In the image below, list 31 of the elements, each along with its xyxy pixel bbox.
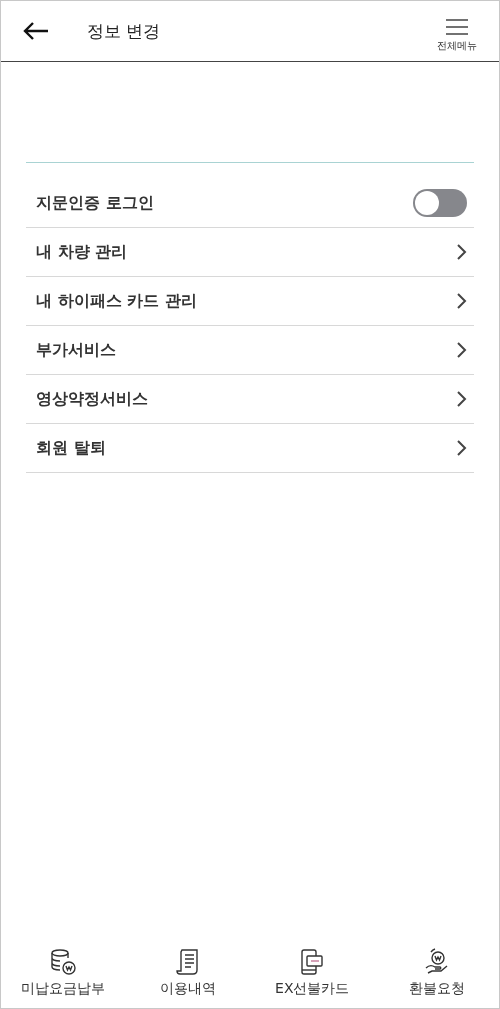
chevron-right-icon [457,342,467,358]
nav-item[interactable]: 미납요금납부 [8,948,119,998]
chevron-right-icon [457,293,467,309]
receipt-icon [175,948,200,976]
settings-row[interactable]: 지문인증 로그인 [26,179,474,228]
settings-label: 회원 탈퇴 [36,437,106,459]
chevron-right-icon [457,244,467,260]
menu-label: 전체메뉴 [437,39,477,53]
settings-label: 내 하이패스 카드 관리 [36,290,197,312]
phone-card-icon [299,948,326,976]
coin-stack-icon [49,948,78,976]
settings-label: 부가서비스 [36,339,116,361]
chevron-right-icon [457,391,467,407]
nav-item[interactable]: 이용내역 [132,948,243,998]
settings-label: 영상약정서비스 [36,388,148,410]
page-title: 정보 변경 [87,19,162,43]
back-button[interactable] [23,22,49,40]
settings-label: 내 차량 관리 [36,241,128,263]
nav-item[interactable]: EX선불카드 [257,948,368,998]
chevron-right-icon [457,440,467,456]
settings-row[interactable]: 내 차량 관리 [26,228,474,277]
settings-row[interactable]: 회원 탈퇴 [26,424,474,473]
menu-icon [446,19,468,35]
settings-row[interactable]: 영상약정서비스 [26,375,474,424]
nav-item[interactable]: 환불요청 [381,948,492,998]
settings-row[interactable]: 부가서비스 [26,326,474,375]
menu-button[interactable]: 전체메뉴 [437,19,477,53]
settings-row[interactable]: 내 하이패스 카드 관리 [26,277,474,326]
back-arrow-icon [23,22,49,40]
fingerprint-toggle[interactable] [413,189,467,217]
settings-label: 지문인증 로그인 [36,192,154,214]
